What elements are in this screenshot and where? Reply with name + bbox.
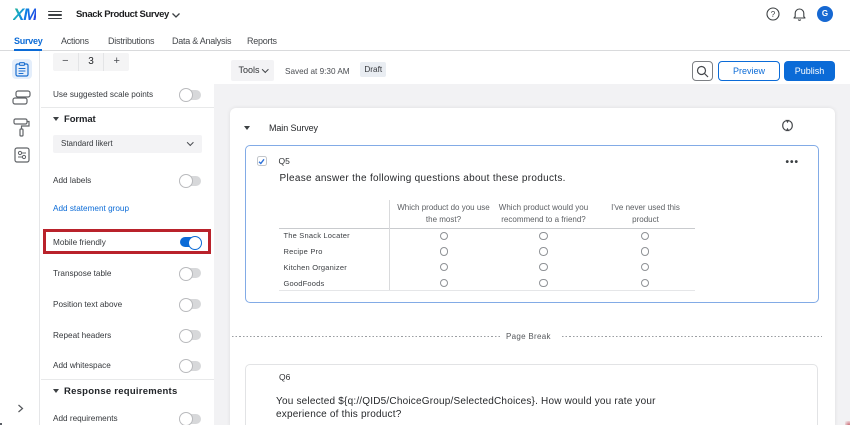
svg-text:?: ? xyxy=(771,10,776,19)
